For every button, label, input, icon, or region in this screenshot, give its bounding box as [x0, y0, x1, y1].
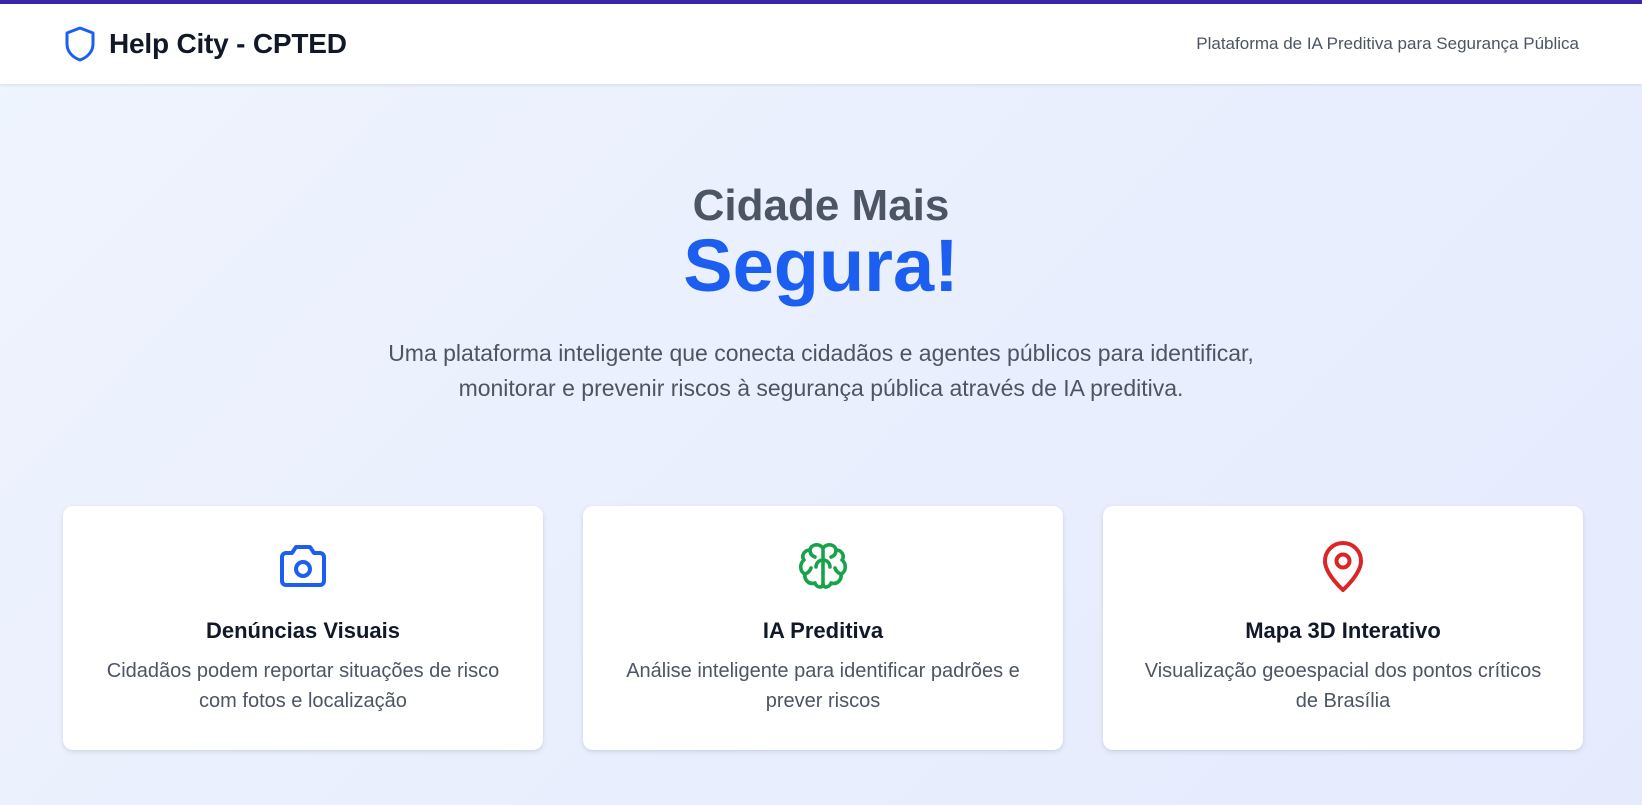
feature-title: IA Preditiva	[762, 618, 884, 643]
hero-heading-line2: Segura!	[683, 224, 959, 307]
header-tagline: Plataforma de IA Preditiva para Seguranç…	[1196, 34, 1579, 53]
feature-card-mapa: Mapa 3D Interativo Visualização geoespac…	[1103, 506, 1583, 750]
app-header: Help City - CPTED Plataforma de IA Predi…	[0, 4, 1642, 84]
feature-card-denuncias: Denúncias Visuais Cidadãos podem reporta…	[63, 506, 543, 750]
feature-description: Análise inteligente para identificar pad…	[626, 660, 1020, 712]
map-pin-icon	[1315, 538, 1371, 594]
camera-icon	[275, 538, 331, 594]
feature-title: Mapa 3D Interativo	[1245, 618, 1441, 643]
feature-title: Denúncias Visuais	[205, 618, 400, 643]
feature-description: Cidadãos podem reportar situações de ris…	[106, 660, 500, 712]
brain-icon	[795, 538, 851, 594]
feature-cards: Denúncias Visuais Cidadãos podem reporta…	[63, 506, 1583, 750]
shield-icon	[63, 25, 97, 63]
feature-description: Visualização geoespacial dos pontos crít…	[1144, 660, 1542, 712]
hero-section: Cidade Mais Segura! Uma plataforma intel…	[0, 180, 1642, 406]
hero-description: Uma plataforma inteligente que conecta c…	[388, 340, 1254, 401]
feature-card-ia: IA Preditiva Análise inteligente para id…	[583, 506, 1063, 750]
app-title: Help City - CPTED	[109, 28, 347, 59]
brand[interactable]: Help City - CPTED	[63, 25, 347, 63]
